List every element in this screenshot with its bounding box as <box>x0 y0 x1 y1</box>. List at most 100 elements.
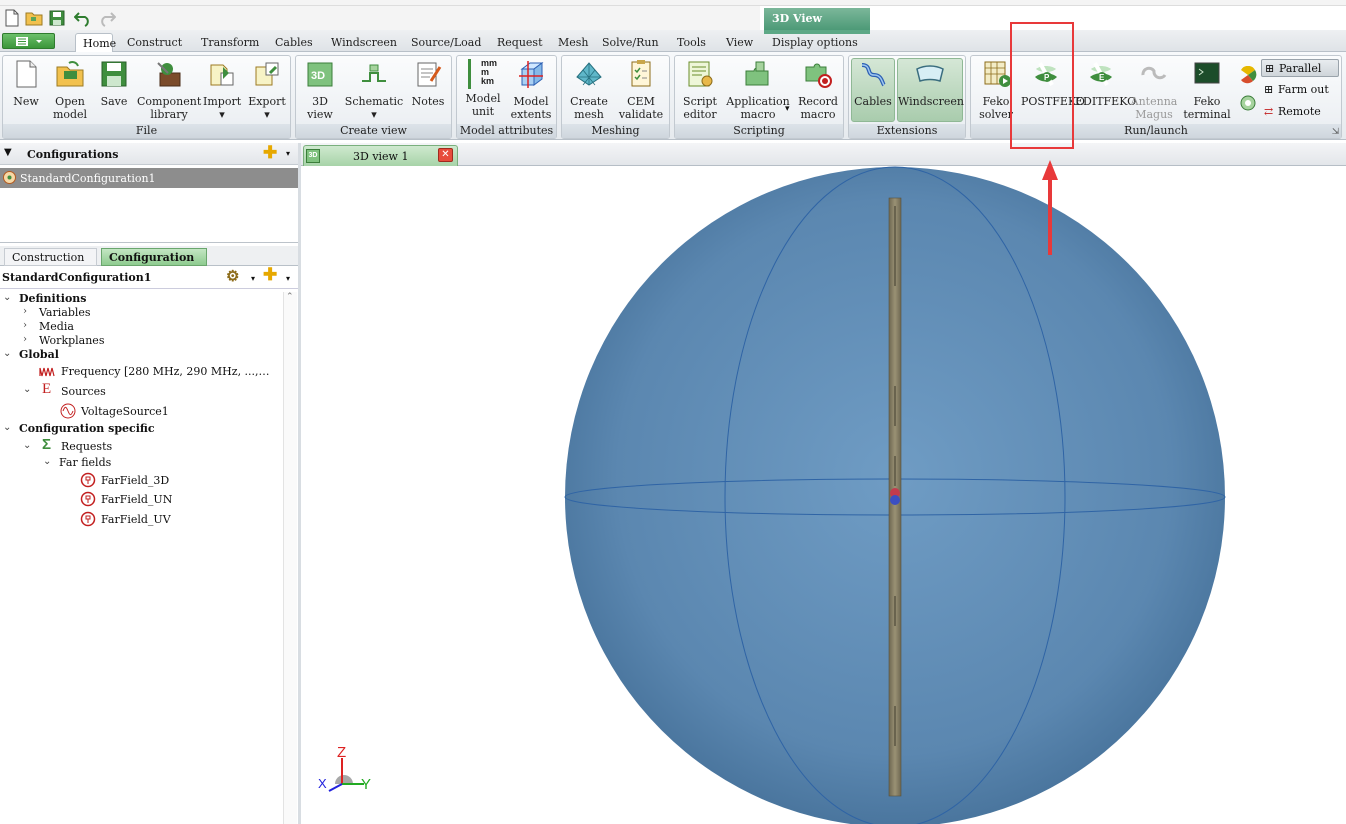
application-macro-button[interactable]: Application macro <box>723 59 793 121</box>
tree-configuration-specific[interactable]: Configuration specific <box>19 422 155 435</box>
feko-terminal-label-1: Feko <box>1193 95 1221 108</box>
tab-source-load[interactable]: Source/Load <box>411 36 481 49</box>
redo-icon[interactable] <box>98 9 116 27</box>
tab-solve-run[interactable]: Solve/Run <box>602 36 659 49</box>
tab-home[interactable]: Home <box>75 33 116 53</box>
import-dropdown-icon[interactable]: ▾ <box>203 108 241 121</box>
add-configuration-icon[interactable]: ✚ <box>263 145 277 162</box>
tree-voltage-source[interactable]: VoltageSource1 <box>81 405 169 418</box>
tree-sources[interactable]: Sources <box>61 385 106 398</box>
tab-tools[interactable]: Tools <box>677 36 706 49</box>
model-unit-button[interactable]: mm m km Model unit <box>460 59 506 119</box>
tree-far-field-3d[interactable]: FarField_3D <box>101 474 169 487</box>
application-macro-icon <box>745 61 769 86</box>
annotation-highlight-box <box>1010 22 1074 149</box>
windscreen-extension-button[interactable]: Windscreen <box>897 58 964 122</box>
script-editor-icon <box>688 61 713 87</box>
tab-configuration[interactable]: Configuration <box>101 248 207 266</box>
tab-request[interactable]: Request <box>497 36 543 49</box>
tree-requests[interactable]: Requests <box>61 440 112 453</box>
expand-icon[interactable]: ⌄ <box>43 456 51 467</box>
tab-3d-view-1[interactable]: 3D 3D view 1 ✕ <box>303 145 458 166</box>
launch-settings-icon[interactable] <box>1239 94 1257 112</box>
expand-icon[interactable]: ⌄ <box>23 440 31 451</box>
tree-far-field-un[interactable]: FarField_UN <box>101 493 172 506</box>
cem-validate-button[interactable]: CEM validate <box>615 59 667 121</box>
add-request-icon[interactable]: ✚ <box>263 267 277 284</box>
close-tab-icon[interactable]: ✕ <box>438 148 453 162</box>
new-file-icon[interactable] <box>3 9 21 27</box>
collapsed-chevron-icon[interactable]: › <box>23 334 27 345</box>
expand-icon[interactable]: ⌄ <box>3 422 11 433</box>
export-dropdown-icon[interactable]: ▾ <box>247 108 287 121</box>
model-extents-button[interactable]: Model extents <box>508 59 554 121</box>
editfeko-button[interactable]: E EDITFEKO <box>1075 59 1136 108</box>
tree-far-fields[interactable]: Far fields <box>59 456 111 469</box>
notes-button[interactable]: Notes <box>408 59 448 108</box>
3d-view-tab-icon: 3D <box>306 149 320 163</box>
expand-icon[interactable]: ⌄ <box>3 292 11 303</box>
save-icon[interactable] <box>48 9 66 27</box>
model-unit-icon: mm m km <box>468 59 498 89</box>
3d-scene[interactable] <box>301 166 1346 824</box>
cables-icon <box>861 63 886 87</box>
expand-icon[interactable]: ⌄ <box>3 348 11 359</box>
parallel-button[interactable]: ⊞ Parallel <box>1261 59 1339 77</box>
settings-dropdown-icon[interactable]: ▾ <box>251 273 255 283</box>
expand-icon[interactable]: ⌄ <box>23 384 31 395</box>
3d-viewport[interactable]: Z Y X <box>301 166 1346 824</box>
collapsed-chevron-icon[interactable]: › <box>23 306 27 317</box>
tab-cables[interactable]: Cables <box>275 36 313 49</box>
open-folder-icon[interactable] <box>25 9 43 27</box>
farm-out-button[interactable]: ⊞ Farm out <box>1261 81 1339 99</box>
record-macro-button[interactable]: Record macro <box>795 59 841 121</box>
tree-frequency[interactable]: Frequency [280 MHz, 290 MHz, ...,… <box>61 365 270 378</box>
axis-triad-graphic <box>328 758 364 792</box>
axis-z-label: Z <box>337 744 347 761</box>
scroll-up-icon[interactable]: ⌃ <box>286 292 294 302</box>
launch-extra-icon[interactable] <box>1239 66 1257 84</box>
requests-sigma-icon: Σ <box>42 436 52 453</box>
component-library-button[interactable]: Component library <box>137 59 201 121</box>
save-button[interactable]: Save <box>95 59 133 108</box>
settings-gear-icon[interactable]: ⚙ <box>226 269 239 284</box>
tab-transform[interactable]: Transform <box>201 36 259 49</box>
tree-workplanes[interactable]: Workplanes <box>39 334 104 347</box>
tree-variables[interactable]: Variables <box>39 306 91 319</box>
dialog-launcher-icon[interactable]: ⇲ <box>1331 127 1339 137</box>
create-mesh-button[interactable]: Create mesh <box>565 59 613 121</box>
configuration-item[interactable]: StandardConfiguration1 <box>0 168 298 188</box>
import-button[interactable]: Import ▾ <box>203 59 241 121</box>
collapse-icon[interactable]: ▼ <box>4 147 12 158</box>
tab-view[interactable]: View <box>726 36 753 49</box>
cem-validate-icon <box>631 60 651 87</box>
script-editor-button[interactable]: Script editor <box>677 59 723 121</box>
export-button[interactable]: Export ▾ <box>247 59 287 121</box>
new-button[interactable]: New <box>7 59 45 108</box>
tab-construction[interactable]: Construction <box>4 248 97 266</box>
cables-extension-button[interactable]: Cables <box>851 58 895 122</box>
collapsed-chevron-icon[interactable]: › <box>23 320 27 331</box>
schematic-label: Schematic <box>344 95 404 108</box>
schematic-dropdown-icon[interactable]: ▾ <box>344 108 404 121</box>
feko-terminal-button[interactable]: Feko terminal <box>1181 59 1233 121</box>
tree-media[interactable]: Media <box>39 320 74 333</box>
add-request-dropdown-icon[interactable]: ▾ <box>286 273 290 283</box>
3d-view-button[interactable]: 3D 3D view <box>300 59 340 121</box>
application-menu-button[interactable] <box>2 33 55 49</box>
tab-mesh[interactable]: Mesh <box>558 36 589 49</box>
tree-far-field-uv[interactable]: FarField_UV <box>101 513 171 526</box>
schematic-button[interactable]: Schematic ▾ <box>344 59 404 121</box>
tab-construct[interactable]: Construct <box>127 36 182 49</box>
tree-scrollbar[interactable]: ⌃ <box>283 292 297 824</box>
undo-icon[interactable] <box>74 9 92 27</box>
remote-button[interactable]: ⇄ Remote <box>1261 103 1339 121</box>
tree-global[interactable]: Global <box>19 348 59 361</box>
add-dropdown-icon[interactable]: ▾ <box>286 149 290 158</box>
application-macro-dropdown-icon[interactable]: ▾ <box>785 104 790 114</box>
tab-windscreen[interactable]: Windscreen <box>331 36 397 49</box>
open-model-button[interactable]: Open model <box>47 59 93 121</box>
tree-definitions[interactable]: Definitions <box>19 292 87 305</box>
tab-display-options[interactable]: Display options <box>772 36 858 49</box>
group-scripting: Script editor Application macro Record m… <box>674 55 844 139</box>
